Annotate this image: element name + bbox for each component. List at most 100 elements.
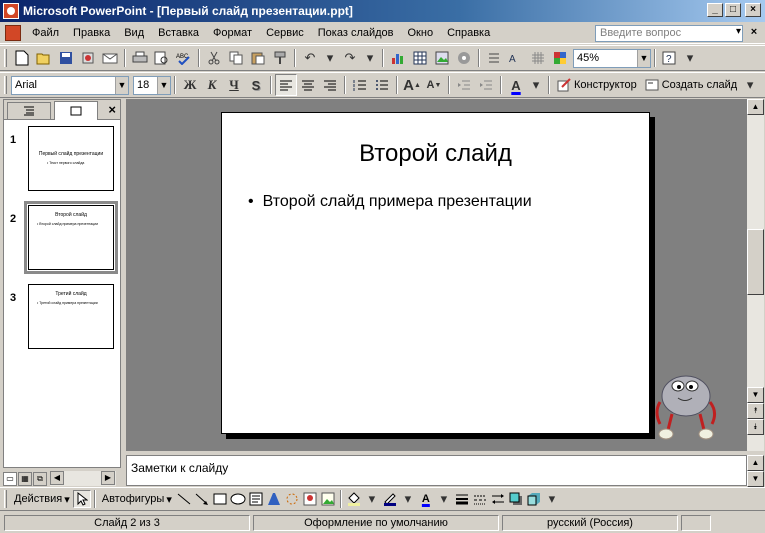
- menu-help[interactable]: Справка: [440, 23, 497, 43]
- powerpoint-app-icon[interactable]: [3, 3, 19, 19]
- font-size-select[interactable]: 18 ▼: [133, 75, 171, 95]
- open-icon[interactable]: [33, 47, 55, 69]
- designer-button[interactable]: Конструктор: [553, 74, 641, 96]
- toolbar-options-icon[interactable]: ▾: [741, 74, 759, 96]
- scroll-thumb[interactable]: [747, 229, 764, 295]
- line-style-icon[interactable]: [453, 490, 471, 508]
- next-slide-icon[interactable]: ⯯: [747, 419, 764, 435]
- increase-font-size-button[interactable]: A ▲: [401, 74, 423, 96]
- format-painter-icon[interactable]: [269, 47, 291, 69]
- scroll-down-icon[interactable]: ▼: [747, 387, 764, 403]
- menu-format[interactable]: Формат: [206, 23, 259, 43]
- office-assistant-icon[interactable]: [654, 368, 718, 444]
- new-slide-button[interactable]: Создать слайд: [641, 74, 741, 96]
- autoshapes-menu[interactable]: Автофигуры ▾: [99, 489, 175, 509]
- cut-icon[interactable]: [203, 47, 225, 69]
- line-color-icon[interactable]: [381, 490, 399, 508]
- maximize-button[interactable]: □: [725, 3, 741, 17]
- scroll-right-icon[interactable]: ▶: [101, 471, 115, 485]
- notes-scroll-down-icon[interactable]: ▼: [747, 471, 764, 487]
- menu-edit[interactable]: Правка: [66, 23, 117, 43]
- slide-sorter-view-icon[interactable]: ▦: [18, 471, 32, 486]
- text-box-icon[interactable]: [247, 490, 265, 508]
- oval-icon[interactable]: [229, 490, 247, 508]
- tab-slides[interactable]: [54, 101, 98, 120]
- bullets-button[interactable]: [371, 74, 393, 96]
- picture-icon[interactable]: [319, 490, 337, 508]
- help-dropdown-icon[interactable]: [729, 25, 743, 42]
- notes-scrollbar[interactable]: ▲ ▼: [747, 455, 764, 487]
- zoom-dropdown-icon[interactable]: ▼: [637, 49, 650, 67]
- scroll-left-icon[interactable]: ◀: [50, 471, 64, 485]
- font-dropdown-icon[interactable]: ▼: [115, 76, 128, 94]
- arrow-icon[interactable]: [193, 490, 211, 508]
- document-close-button[interactable]: ×: [747, 25, 761, 39]
- menu-file[interactable]: Файл: [25, 23, 66, 43]
- arrow-style-icon[interactable]: [489, 490, 507, 508]
- font-color-button[interactable]: A: [505, 74, 527, 96]
- line-icon[interactable]: [175, 490, 193, 508]
- menu-window[interactable]: Окно: [401, 23, 441, 43]
- slide-title[interactable]: Второй слайд: [222, 140, 649, 168]
- align-center-button[interactable]: [297, 74, 319, 96]
- horizontal-scrollbar[interactable]: ◀ ▶: [50, 471, 116, 486]
- redo-icon[interactable]: ↷: [339, 47, 361, 69]
- color-grayscale-icon[interactable]: [549, 47, 571, 69]
- notes-pane[interactable]: Заметки к слайду: [126, 455, 747, 486]
- wordart-icon[interactable]: [265, 490, 283, 508]
- slideshow-view-icon[interactable]: ⧉: [33, 471, 47, 486]
- redo-dropdown-icon[interactable]: ▾: [361, 47, 379, 69]
- font-color-icon[interactable]: A: [417, 490, 435, 508]
- toolbar-options-icon[interactable]: ▾: [543, 488, 561, 510]
- scroll-up-icon[interactable]: ▲: [747, 99, 764, 115]
- toolbar-grip[interactable]: [4, 49, 7, 67]
- menu-slideshow[interactable]: Показ слайдов: [311, 23, 401, 43]
- help-question-input[interactable]: Введите вопрос: [595, 25, 743, 42]
- font-color-dropdown-icon[interactable]: ▾: [527, 74, 545, 96]
- rectangle-icon[interactable]: [211, 490, 229, 508]
- decrease-font-size-button[interactable]: A ▼: [423, 74, 445, 96]
- align-right-button[interactable]: [319, 74, 341, 96]
- undo-dropdown-icon[interactable]: ▾: [321, 47, 339, 69]
- permission-icon[interactable]: [77, 47, 99, 69]
- dash-style-icon[interactable]: [471, 490, 489, 508]
- 3d-style-icon[interactable]: [525, 490, 543, 508]
- status-design[interactable]: Оформление по умолчанию: [253, 515, 499, 531]
- expand-all-icon[interactable]: [483, 47, 505, 69]
- paste-icon[interactable]: [247, 47, 269, 69]
- bold-button[interactable]: Ж: [179, 74, 201, 96]
- toolbar-grip[interactable]: [4, 76, 7, 94]
- spelling-icon[interactable]: ABC: [173, 47, 195, 69]
- slide-thumbnail-1[interactable]: Первый слайд презентации • Текст первого…: [28, 126, 114, 191]
- insert-chart-icon[interactable]: [387, 47, 409, 69]
- document-icon[interactable]: [5, 24, 21, 41]
- vertical-scrollbar[interactable]: ▲ ▼ ⯭ ⯯: [747, 99, 764, 451]
- help-icon[interactable]: ?: [659, 47, 681, 69]
- draw-actions-menu[interactable]: Действия ▾: [11, 489, 73, 509]
- menu-tools[interactable]: Сервис: [259, 23, 311, 43]
- normal-view-icon[interactable]: ▭: [3, 471, 17, 486]
- shadow-button[interactable]: S: [245, 74, 267, 96]
- minimize-button[interactable]: _: [707, 3, 723, 17]
- grid-icon[interactable]: [527, 47, 549, 69]
- fill-color-icon[interactable]: [345, 490, 363, 508]
- current-slide[interactable]: Второй слайд Второй слайд примера презен…: [221, 112, 650, 434]
- close-button[interactable]: ×: [745, 3, 761, 17]
- line-color-dropdown-icon[interactable]: ▾: [399, 488, 417, 510]
- decrease-indent-button[interactable]: [453, 74, 475, 96]
- select-objects-icon[interactable]: [72, 490, 91, 508]
- toolbar-options-icon[interactable]: ▾: [681, 47, 699, 69]
- increase-indent-button[interactable]: [475, 74, 497, 96]
- menu-insert[interactable]: Вставка: [151, 23, 206, 43]
- insert-table-icon[interactable]: [409, 47, 431, 69]
- font-size-dropdown-icon[interactable]: ▼: [157, 76, 170, 94]
- insert-picture-icon[interactable]: [431, 47, 453, 69]
- underline-button[interactable]: Ч: [223, 74, 245, 96]
- save-icon[interactable]: [55, 47, 77, 69]
- show-formatting-icon[interactable]: A: [505, 47, 527, 69]
- clip-art-icon[interactable]: [301, 490, 319, 508]
- copy-icon[interactable]: [225, 47, 247, 69]
- toolbar-grip[interactable]: [4, 490, 7, 508]
- diagram-icon[interactable]: [283, 490, 301, 508]
- menu-view[interactable]: Вид: [117, 23, 151, 43]
